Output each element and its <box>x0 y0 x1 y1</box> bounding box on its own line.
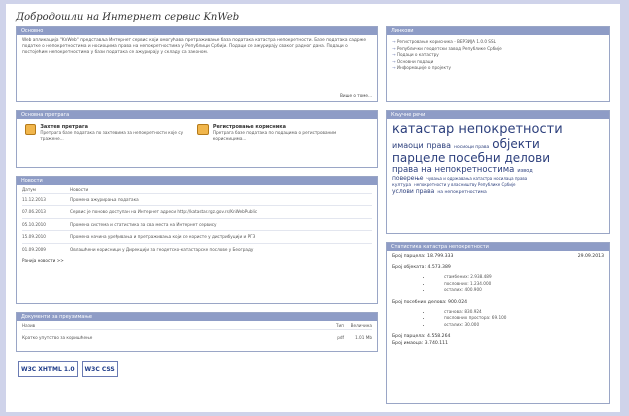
news-panel: Новости Датум Новости 11.12.2013 Промена … <box>16 176 378 304</box>
keyword-link[interactable]: услови права <box>392 188 434 195</box>
keyword-link[interactable]: права на непокретностима <box>392 165 514 175</box>
table-row[interactable]: 01.09.2009 Овлашћени корисници у Дирекциј… <box>22 247 372 253</box>
table-row[interactable]: 15.09.2010 Промена начина уређивања и пре… <box>22 234 372 240</box>
search-panel: Основна претрага Захтев претрага Претраг… <box>16 110 378 168</box>
stats-units: Број посебних делова: 900.024 <box>392 299 468 305</box>
stats-date: 29.09.2013 <box>577 254 604 259</box>
keyword-line: парцеле посебни делови <box>392 151 604 165</box>
search-item-users[interactable]: Регистровање корисника Претрага базе под… <box>197 124 369 141</box>
docs-col-name: Назив <box>22 323 36 328</box>
validation-badges: W3C XHTML 1.0 W3C CSS <box>18 361 118 377</box>
keyword-link[interactable]: објекти <box>492 137 540 151</box>
news-header: Новости <box>17 177 377 185</box>
news-more-link[interactable]: Ранија новости >> <box>22 258 372 264</box>
links-header: Линкови <box>387 27 609 35</box>
keyword-cloud: катастар непокретности имаоци права носиоц… <box>387 119 609 198</box>
stats-header: Статистика катастра непокретности <box>387 243 609 251</box>
stats-holders: Број парцела: 4.558.264 <box>392 334 451 339</box>
news-text: Сервис је поново доступан на Интернет ад… <box>70 209 258 214</box>
keyword-line: права на непокретностима извод <box>392 165 604 175</box>
w3c-xhtml-badge[interactable]: W3C XHTML 1.0 <box>18 361 78 377</box>
search-item-desc: Претрага базе података по захтевима за н… <box>40 130 184 141</box>
keyword-line: катастар непокретности <box>392 122 604 137</box>
news-text: Промена система и статистика за сва мест… <box>70 221 217 227</box>
documents-header: Документи за преузимање <box>17 313 377 321</box>
links-panel: Линкови → Регистровање корисника - ВЕРЗИ… <box>386 26 610 102</box>
news-date: 11.12.2013 <box>22 196 46 202</box>
about-panel: Основно Web апликација "KnWeb" представљ… <box>16 26 378 102</box>
about-text: Web апликација "KnWeb" представља Интерн… <box>22 38 367 55</box>
search-item-request[interactable]: Захтев претрага Претрага базе података п… <box>25 124 197 141</box>
stats-parcels-row: Број парцела: 18.799.333 29.09.2013 <box>392 254 604 259</box>
doc-type: pdf <box>337 334 344 340</box>
docs-col-type: Тип <box>335 323 344 328</box>
keyword-link[interactable]: посебни делови <box>448 151 550 165</box>
keyword-link[interactable]: имаоци права <box>392 141 451 150</box>
keyword-link[interactable]: непокретности у власништву Републике Срб… <box>414 182 515 187</box>
stats-objects-item: осталих: 400.900 <box>432 287 604 294</box>
about-more-link[interactable]: Више о томе... <box>340 93 372 98</box>
stats-panel: Статистика катастра непокретности Број п… <box>386 242 610 404</box>
search-header: Основна претрага <box>17 111 377 119</box>
users-search-icon <box>197 124 209 135</box>
keyword-link[interactable]: извод <box>517 168 532 174</box>
news-date: 05.10.2010 <box>22 221 46 227</box>
keyword-link[interactable]: катастар непокретности <box>392 122 563 137</box>
page-title: Добродошли на Интернет сервис KnWeb <box>16 12 240 23</box>
search-item-desc: Претрага базе података по подацима о рег… <box>212 130 337 141</box>
documents-table-header: Назив Тип Величина <box>22 323 372 329</box>
doc-size: 1.01 Mb <box>355 334 372 340</box>
request-search-icon <box>25 124 37 135</box>
keywords-panel: Кључне речи катастар непокретности имаоци… <box>386 110 610 234</box>
about-header: Основно <box>17 27 377 35</box>
news-date: 07.06.2013 <box>22 209 46 214</box>
keyword-link[interactable]: парцеле <box>392 151 445 165</box>
page: Добродошли на Интернет сервис KnWeb Осно… <box>6 4 620 412</box>
news-col-news: Новости <box>70 187 89 192</box>
keyword-link[interactable]: носиоци права <box>454 145 489 150</box>
w3c-css-badge[interactable]: W3C CSS <box>81 361 118 377</box>
stats-parcels: Број парцела: 18.799.333 <box>392 254 454 259</box>
docs-col-size: Величина <box>350 323 372 328</box>
keyword-line: имаоци права носиоци права објекти <box>392 137 604 151</box>
keyword-link[interactable]: на непокретностима <box>437 190 486 195</box>
news-col-date: Датум <box>22 187 36 192</box>
table-row[interactable]: 11.12.2013 Промена ажурирања података <box>22 197 372 203</box>
link-item[interactable]: → Информације о пројекту <box>392 65 604 72</box>
news-text: Промена ажурирања података <box>70 196 139 202</box>
table-row[interactable]: 05.10.2010 Промена система и статистика з… <box>22 222 372 228</box>
keyword-line: поверење чувања и одржавања катастра носи… <box>392 175 604 182</box>
keywords-header: Кључне речи <box>387 111 609 119</box>
table-row[interactable]: Кратко упутство за коришћење pdf 1.01 Mb <box>22 335 372 341</box>
stats-objects: Број објеката: 4.573.389 <box>392 265 451 270</box>
keyword-line: услови права на непокретностима <box>392 188 604 195</box>
stats-units-item: осталих: 30.000 <box>432 322 604 329</box>
table-row[interactable]: 07.06.2013 Сервис је поново доступан на И… <box>22 209 372 215</box>
keyword-link[interactable]: поверење <box>392 175 423 182</box>
news-text: Овлашћени корисници у Дирекцији за геоде… <box>70 246 254 252</box>
news-text: Промена начина уређивања и претраживања … <box>70 234 256 239</box>
news-date: 01.09.2009 <box>22 246 46 252</box>
news-date: 15.09.2010 <box>22 234 46 239</box>
stats-rights: Број имаоца: 3.740.111 <box>392 341 449 346</box>
documents-panel: Документи за преузимање Назив Тип Величи… <box>16 312 378 352</box>
keyword-link[interactable]: чувања и одржавања катастра носилаца пра… <box>426 176 527 181</box>
doc-name: Кратко упутство за коришћење <box>22 334 93 340</box>
